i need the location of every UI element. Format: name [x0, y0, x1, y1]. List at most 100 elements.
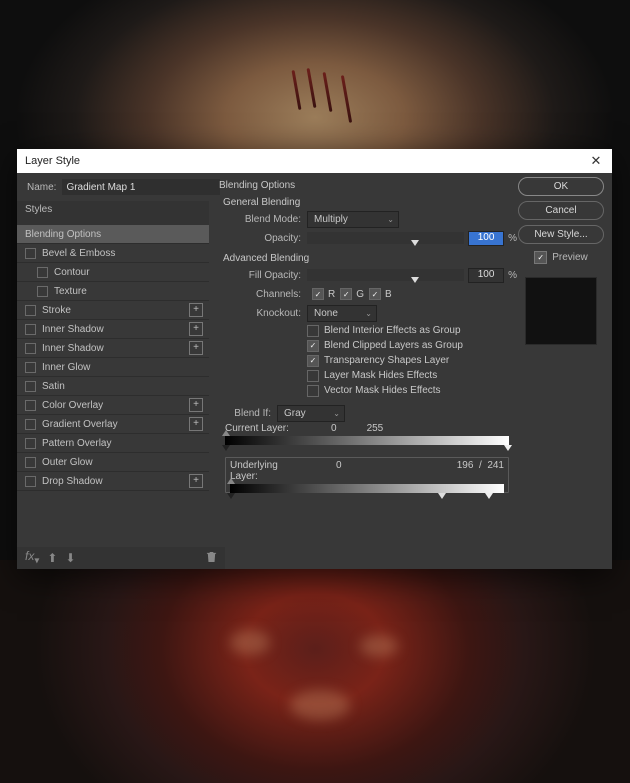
style-checkbox[interactable]: [25, 362, 36, 373]
style-checkbox[interactable]: [25, 248, 36, 259]
style-checkbox[interactable]: [37, 286, 48, 297]
ok-button[interactable]: OK: [518, 177, 604, 196]
sidebar-item-label: Contour: [54, 267, 203, 278]
preview-checkbox[interactable]: ✓: [534, 251, 547, 264]
arrow-up-icon[interactable]: ⬆: [47, 551, 57, 565]
style-checkbox[interactable]: [25, 381, 36, 392]
sidebar-item-drop-shadow[interactable]: Drop Shadow+: [17, 472, 209, 491]
sidebar-item-label: Outer Glow: [42, 457, 203, 468]
styles-sidebar: Styles Blending Options Bevel & Emboss Con…: [17, 201, 209, 545]
option-label: Blend Interior Effects as Group: [324, 325, 461, 336]
option-label: Vector Mask Hides Effects: [324, 385, 441, 396]
sidebar-item-bevel-emboss[interactable]: Bevel & Emboss: [17, 244, 209, 263]
add-effect-icon[interactable]: +: [189, 341, 203, 355]
sidebar-footer: fx▾ ⬆ ⬇: [17, 547, 225, 569]
style-checkbox[interactable]: [25, 324, 36, 335]
channel-g-checkbox[interactable]: ✓: [340, 288, 352, 300]
sidebar-item-label: Stroke: [42, 305, 189, 316]
dialog-title: Layer Style: [25, 155, 588, 167]
trash-icon[interactable]: [206, 551, 217, 566]
style-checkbox[interactable]: [25, 438, 36, 449]
option-checkbox[interactable]: [307, 385, 319, 397]
close-icon[interactable]: ✕: [588, 153, 604, 169]
add-effect-icon[interactable]: +: [189, 474, 203, 488]
style-checkbox[interactable]: [25, 457, 36, 468]
blend-mode-dropdown[interactable]: Multiply⌄: [307, 211, 399, 228]
sidebar-item-label: Bevel & Emboss: [42, 248, 203, 259]
fill-opacity-value[interactable]: 100: [468, 268, 504, 283]
sidebar-item-gradient-overlay[interactable]: Gradient Overlay+: [17, 415, 209, 434]
add-effect-icon[interactable]: +: [189, 322, 203, 336]
chevron-down-icon: ⌄: [365, 309, 372, 318]
option-label: Blend Clipped Layers as Group: [324, 340, 463, 351]
knockout-label: Knockout:: [217, 308, 307, 319]
sidebar-header: Styles: [17, 201, 209, 225]
blend-mode-label: Blend Mode:: [217, 214, 307, 225]
underlying-layer-gradient[interactable]: Underlying Layer: 0 196 / 241: [225, 457, 509, 493]
sidebar-item-outer-glow[interactable]: Outer Glow: [17, 453, 209, 472]
blend-if-label: Blend If:: [217, 408, 277, 419]
channels-label: Channels:: [217, 289, 307, 300]
sidebar-item-label: Pattern Overlay: [42, 438, 203, 449]
option-row: Layer Mask Hides Effects: [307, 368, 517, 383]
dialog-titlebar: Layer Style ✕: [17, 149, 612, 173]
option-row: Vector Mask Hides Effects: [307, 383, 517, 398]
blend-if-dropdown[interactable]: Gray⌄: [277, 405, 345, 422]
new-style-button[interactable]: New Style...: [518, 225, 604, 244]
add-effect-icon[interactable]: +: [189, 417, 203, 431]
sidebar-item-label: Texture: [54, 286, 203, 297]
sidebar-item-contour[interactable]: Contour: [17, 263, 209, 282]
style-checkbox[interactable]: [25, 419, 36, 430]
option-checkbox[interactable]: ✓: [307, 340, 319, 352]
option-checkbox[interactable]: [307, 325, 319, 337]
sidebar-item-label: Gradient Overlay: [42, 419, 189, 430]
sidebar-item-label: Color Overlay: [42, 400, 189, 411]
sidebar-item-satin[interactable]: Satin: [17, 377, 209, 396]
sidebar-item-label: Inner Glow: [42, 362, 203, 373]
chevron-down-icon: ⌄: [333, 409, 340, 418]
sidebar-item-inner-shadow[interactable]: Inner Shadow+: [17, 320, 209, 339]
sidebar-item-inner-glow[interactable]: Inner Glow: [17, 358, 209, 377]
add-effect-icon[interactable]: +: [189, 398, 203, 412]
option-label: Layer Mask Hides Effects: [324, 370, 437, 381]
style-checkbox[interactable]: [37, 267, 48, 278]
fill-opacity-slider[interactable]: [307, 269, 464, 281]
advanced-blending-title: Advanced Blending: [223, 253, 517, 264]
sidebar-item-label: Satin: [42, 381, 203, 392]
sidebar-item-stroke[interactable]: Stroke+: [17, 301, 209, 320]
option-checkbox[interactable]: ✓: [307, 355, 319, 367]
style-checkbox[interactable]: [25, 305, 36, 316]
right-panel: OK Cancel New Style... ✓ Preview: [518, 177, 604, 345]
option-row: ✓ Transparency Shapes Layer: [307, 353, 517, 368]
section-title: Blending Options: [219, 180, 517, 191]
opacity-slider[interactable]: [307, 232, 464, 244]
sidebar-item-color-overlay[interactable]: Color Overlay+: [17, 396, 209, 415]
sidebar-item-inner-shadow[interactable]: Inner Shadow+: [17, 339, 209, 358]
sidebar-item-label: Drop Shadow: [42, 476, 189, 487]
current-layer-gradient[interactable]: Current Layer: 0 255: [225, 423, 509, 453]
knockout-dropdown[interactable]: None⌄: [307, 305, 377, 322]
preview-label: Preview: [552, 252, 588, 263]
general-blending-title: General Blending: [223, 197, 517, 208]
arrow-down-icon[interactable]: ⬇: [65, 551, 75, 565]
sidebar-item-blending-options[interactable]: Blending Options: [17, 225, 209, 244]
channel-b-checkbox[interactable]: ✓: [369, 288, 381, 300]
option-row: ✓ Blend Clipped Layers as Group: [307, 338, 517, 353]
cancel-button[interactable]: Cancel: [518, 201, 604, 220]
sidebar-item-label: Blending Options: [25, 229, 203, 240]
option-label: Transparency Shapes Layer: [324, 355, 449, 366]
sidebar-item-label: Inner Shadow: [42, 324, 189, 335]
style-checkbox[interactable]: [25, 476, 36, 487]
style-checkbox[interactable]: [25, 400, 36, 411]
option-checkbox[interactable]: [307, 370, 319, 382]
name-input[interactable]: [62, 179, 220, 195]
opacity-value[interactable]: 100: [468, 231, 504, 246]
sidebar-item-pattern-overlay[interactable]: Pattern Overlay: [17, 434, 209, 453]
fx-icon[interactable]: fx▾: [25, 549, 39, 566]
opacity-label: Opacity:: [217, 233, 307, 244]
sidebar-item-texture[interactable]: Texture: [17, 282, 209, 301]
channel-r-checkbox[interactable]: ✓: [312, 288, 324, 300]
add-effect-icon[interactable]: +: [189, 303, 203, 317]
sidebar-item-label: Inner Shadow: [42, 343, 189, 354]
style-checkbox[interactable]: [25, 343, 36, 354]
